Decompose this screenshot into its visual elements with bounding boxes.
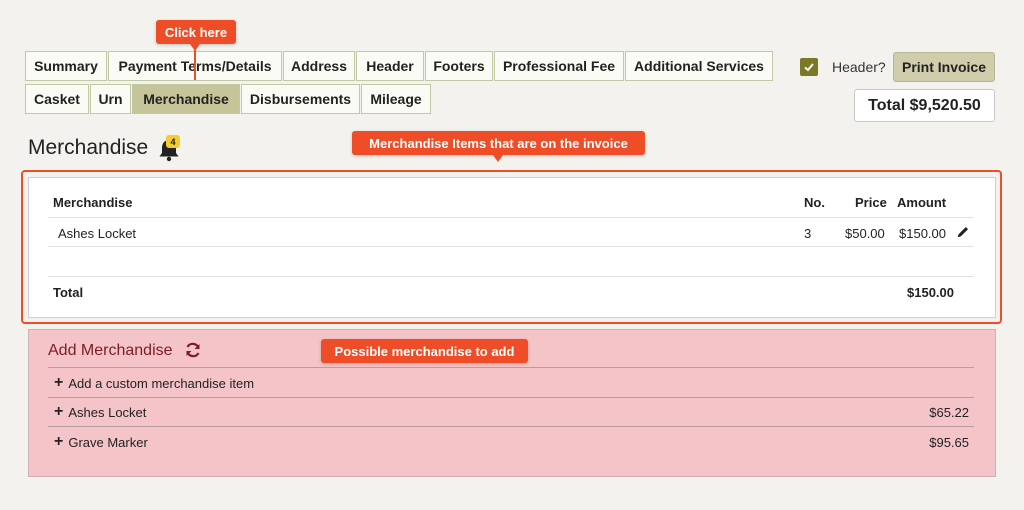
row-item-price: $50.00 bbox=[845, 226, 885, 241]
checkmark-icon bbox=[804, 63, 814, 72]
callout-items-on-invoice: Merchandise Items that are on the invoic… bbox=[352, 131, 645, 155]
notification-badge: 4 bbox=[166, 135, 180, 148]
column-header-no: No. bbox=[804, 195, 825, 210]
page-title: Merchandise bbox=[28, 136, 149, 159]
tab-footers[interactable]: Footers bbox=[425, 51, 493, 81]
add-item-label: Ashes Locket bbox=[68, 404, 147, 420]
tab-urn[interactable]: Urn bbox=[90, 84, 131, 114]
refresh-icon[interactable] bbox=[184, 341, 202, 359]
tab-header[interactable]: Header bbox=[356, 51, 424, 81]
tab-summary[interactable]: Summary bbox=[25, 51, 107, 81]
plus-icon: + bbox=[54, 403, 64, 420]
add-list-divider bbox=[48, 397, 974, 398]
header-checkbox[interactable] bbox=[800, 58, 818, 76]
tab-mileage[interactable]: Mileage bbox=[361, 84, 431, 114]
add-merchandise-title: Add Merchandise bbox=[48, 342, 173, 359]
table-row-divider bbox=[48, 246, 974, 247]
callout-click-here-pointer bbox=[194, 50, 196, 80]
row-item-name: Ashes Locket bbox=[58, 226, 137, 241]
print-invoice-button[interactable]: Print Invoice bbox=[893, 52, 995, 82]
column-header-merchandise: Merchandise bbox=[53, 195, 133, 210]
header-toggle-label: Header? bbox=[832, 59, 886, 75]
table-footer-divider bbox=[48, 276, 974, 277]
add-list-divider bbox=[48, 426, 974, 427]
plus-icon: + bbox=[54, 374, 64, 391]
tab-merchandise[interactable]: Merchandise bbox=[132, 84, 240, 114]
plus-icon: + bbox=[54, 433, 64, 450]
add-list-divider bbox=[48, 367, 974, 368]
merchandise-table bbox=[28, 177, 996, 318]
row-item-amount: $150.00 bbox=[899, 226, 946, 241]
invoice-total: Total $9,520.50 bbox=[854, 89, 995, 122]
table-total-amount: $150.00 bbox=[907, 285, 954, 300]
column-header-amount: Amount bbox=[897, 195, 947, 210]
add-item-price: $65.22 bbox=[929, 405, 969, 420]
tab-disbursements[interactable]: Disbursements bbox=[241, 84, 360, 114]
table-total-label: Total bbox=[53, 285, 84, 300]
add-item-label: Grave Marker bbox=[68, 434, 148, 450]
table-header-divider bbox=[48, 217, 974, 218]
tab-casket[interactable]: Casket bbox=[25, 84, 89, 114]
tab-address[interactable]: Address bbox=[283, 51, 355, 81]
callout-click-here: Click here bbox=[156, 20, 236, 44]
tab-professional-fee[interactable]: Professional Fee bbox=[494, 51, 624, 81]
tab-additional-services[interactable]: Additional Services bbox=[625, 51, 773, 81]
pencil-icon[interactable] bbox=[956, 225, 970, 239]
add-item-label: Add a custom merchandise item bbox=[68, 375, 255, 391]
add-item-price: $95.65 bbox=[929, 435, 969, 450]
add-item-grave-marker[interactable]: + Grave Marker bbox=[54, 434, 148, 450]
add-custom-item[interactable]: + Add a custom merchandise item bbox=[54, 375, 254, 391]
add-item-ashes-locket[interactable]: + Ashes Locket bbox=[54, 404, 146, 420]
column-header-price: Price bbox=[855, 195, 887, 210]
callout-possible-merchandise: Possible merchandise to add bbox=[321, 339, 528, 363]
row-item-quantity: 3 bbox=[804, 226, 812, 241]
callout-items-arrow bbox=[493, 155, 503, 162]
